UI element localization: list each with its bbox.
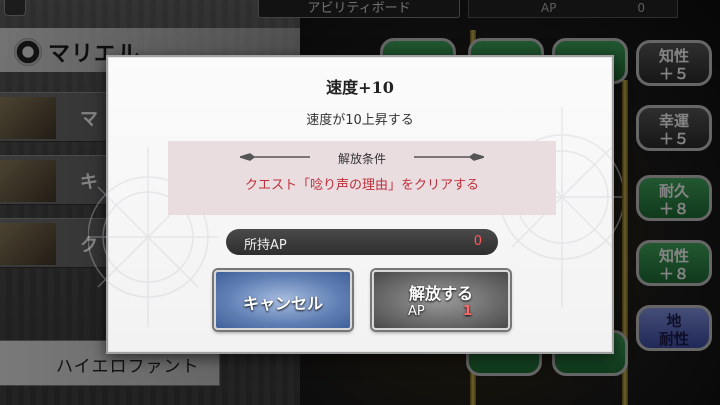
release-button-label: 解放する — [408, 284, 473, 303]
owned-ap-value: 0 — [473, 234, 482, 249]
owned-ap-bar: 所持AP 0 — [226, 229, 498, 255]
unlock-condition-heading: 解放条件 — [337, 152, 386, 166]
release-button[interactable]: 解放する AP 1 — [372, 270, 510, 330]
dialog-title: 速度+10 — [326, 78, 394, 97]
unlock-condition-box: 解放条件 クエスト「唸り声の理由」をクリアする — [168, 141, 556, 215]
unlock-condition-text: クエスト「唸り声の理由」をクリアする — [244, 178, 479, 193]
ornament-right-icon — [414, 153, 484, 161]
cancel-button-label: キャンセル — [242, 294, 323, 313]
owned-ap-label: 所持AP — [244, 238, 287, 253]
ability-unlock-dialog: 速度+10 速度が10上昇する 解放条件 クエスト「唸り声の理由」をクリアする … — [88, 55, 622, 354]
ability-description: 速度が10上昇する — [306, 113, 414, 128]
cancel-button[interactable]: キャンセル — [214, 270, 352, 330]
release-cost-value: 1 — [462, 304, 472, 319]
release-cost-label: AP — [408, 304, 425, 319]
